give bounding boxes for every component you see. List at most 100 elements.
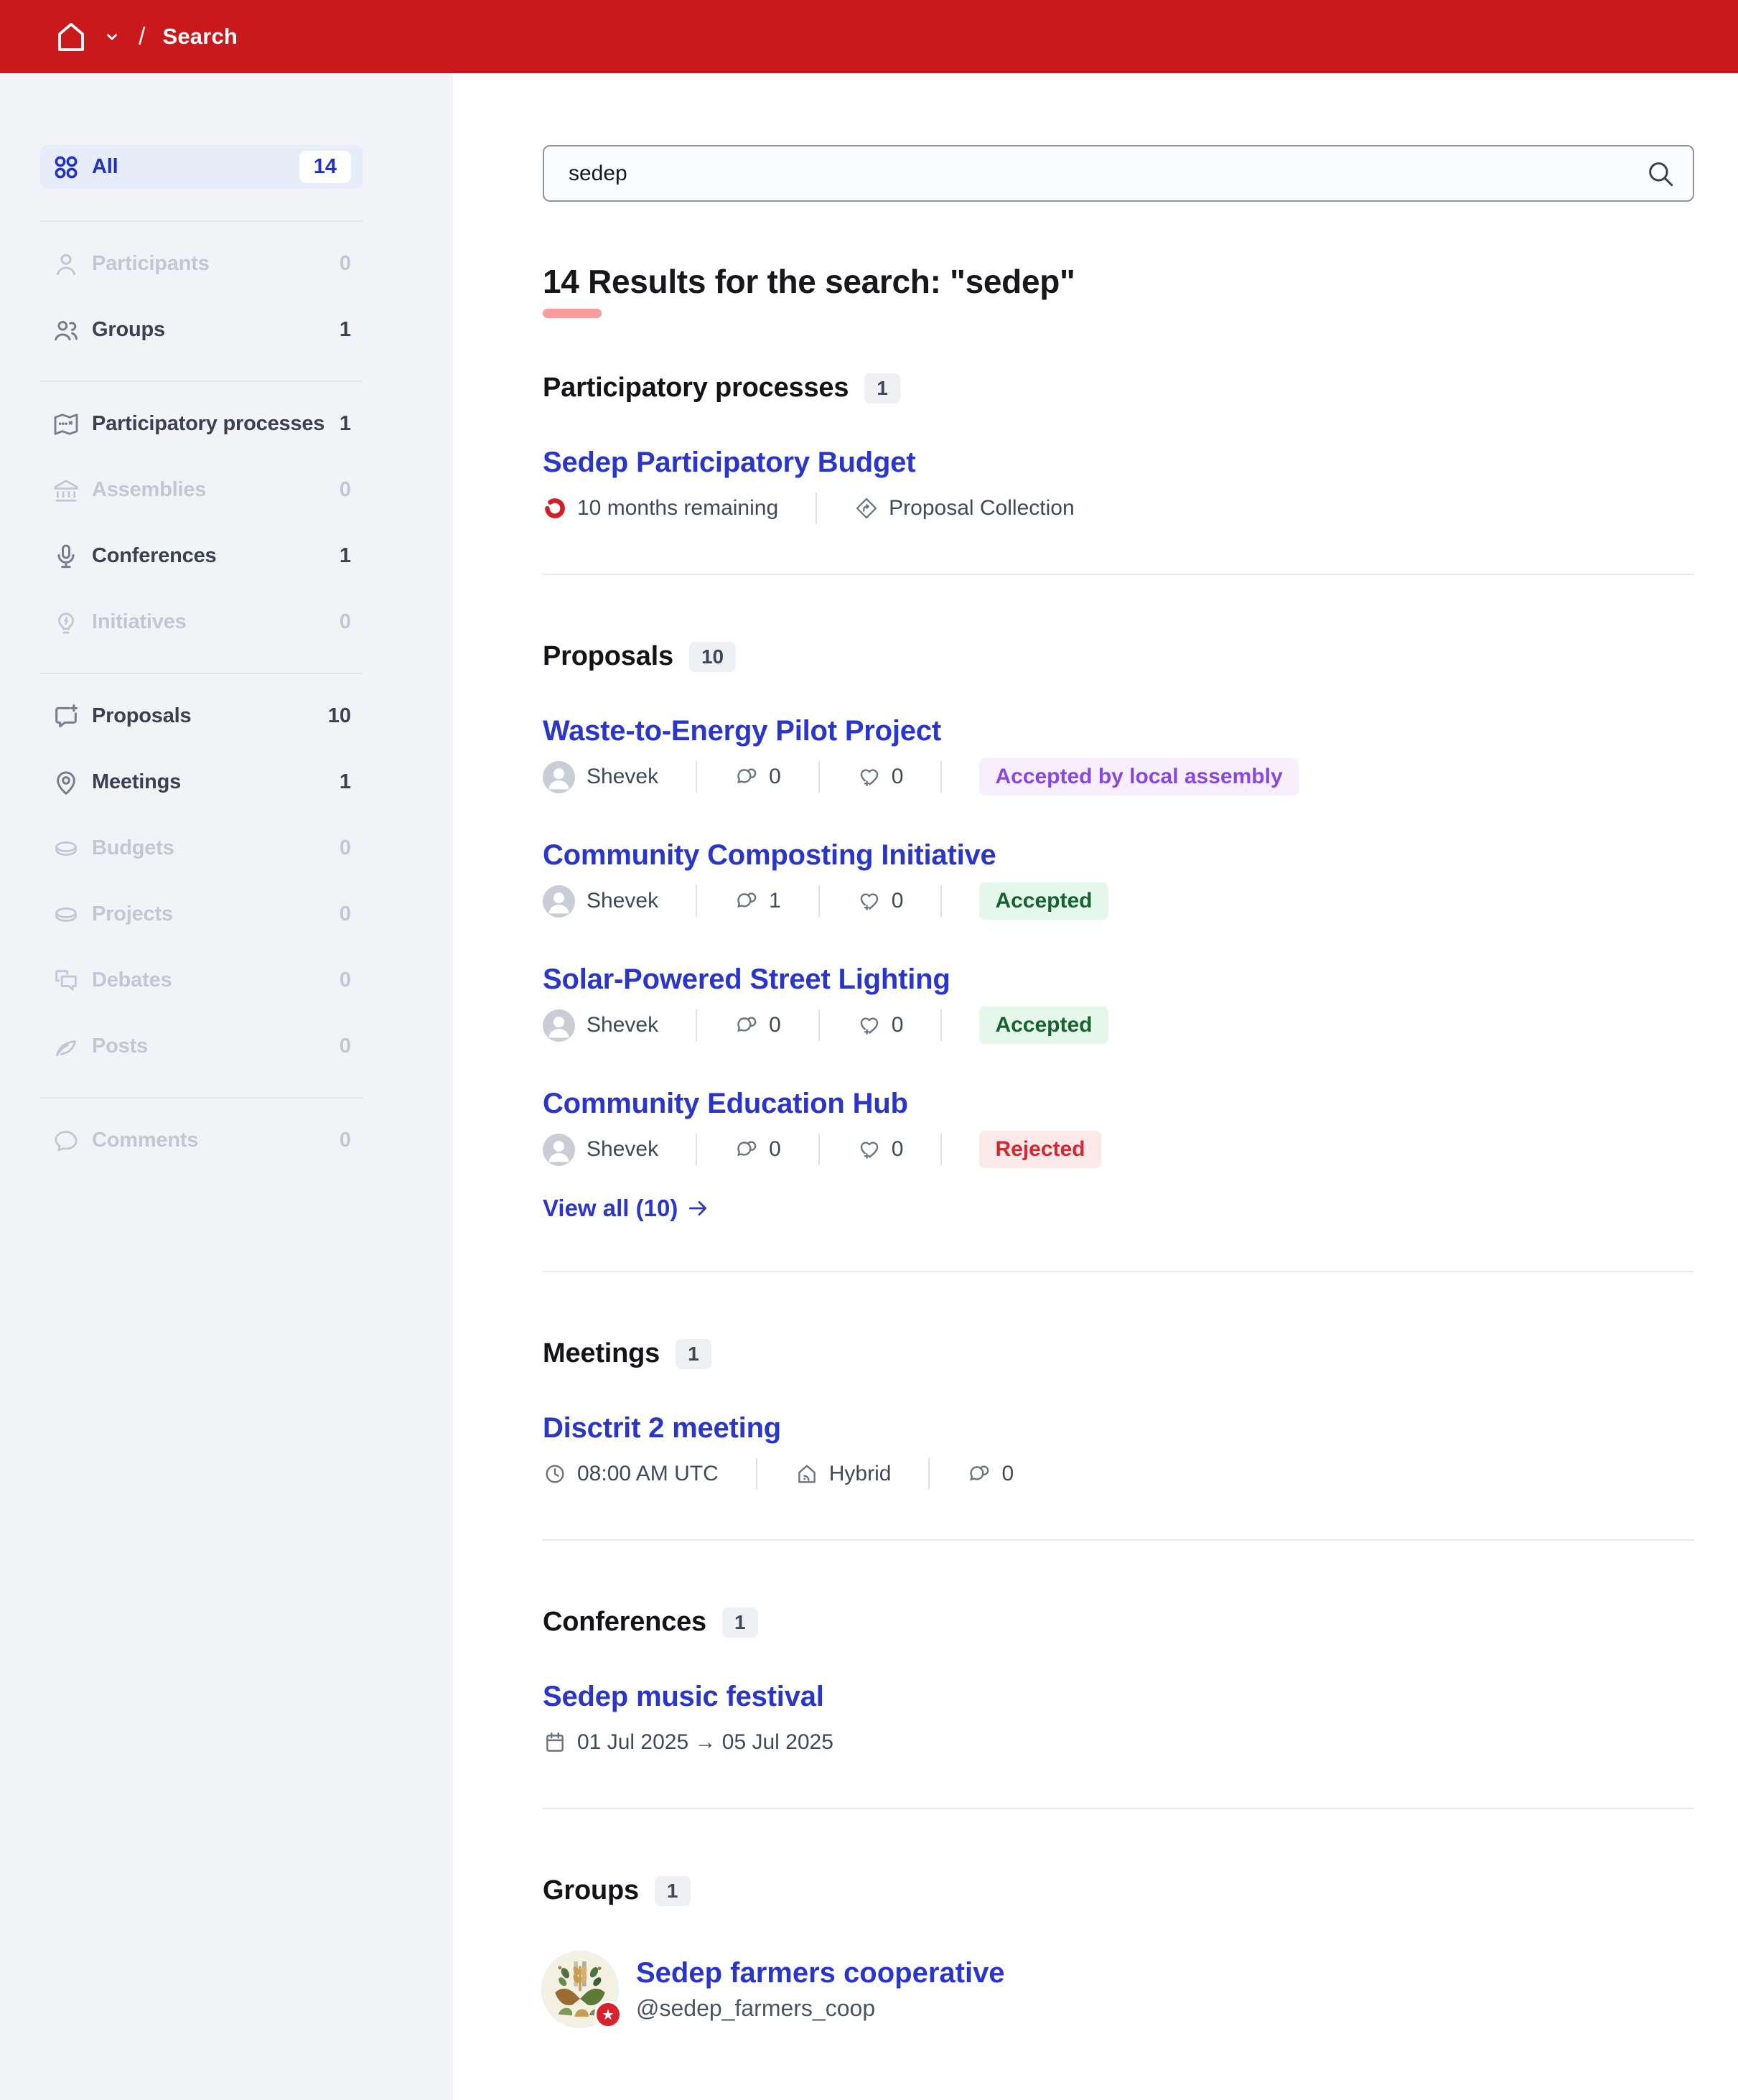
section-meetings: Meetings 1 Disctrit 2 meeting 08:00 AM U… (543, 1338, 1694, 1490)
sidebar-item-count: 0 (339, 902, 351, 925)
group-result: ★ Sedep farmers cooperative @sedep_farme… (543, 1952, 1694, 2029)
sidebar-item-label: Assemblies (92, 478, 207, 501)
comments-icon (967, 1462, 991, 1486)
sidebar-item-label: Conferences (92, 544, 217, 567)
sidebar-item-posts: Posts 0 (40, 1025, 363, 1068)
avatar (543, 885, 575, 918)
sidebar-item-label: Posts (92, 1035, 148, 1058)
meta-divider (940, 1009, 943, 1042)
proposal-link[interactable]: Community Education Hub (543, 1088, 908, 1120)
sidebar-item-all[interactable]: All 14 (40, 145, 363, 189)
proposal-link[interactable]: Waste-to-Energy Pilot Project (543, 715, 941, 747)
sidebar-item-label: Groups (92, 318, 165, 341)
sidebar-item-participatory-processes[interactable]: Participatory processes 1 (40, 402, 363, 446)
sidebar-item-label: All (92, 155, 118, 178)
bank-icon (52, 476, 80, 505)
top-navbar: / Search (0, 0, 1738, 73)
endorsements-count: 0 (891, 1013, 904, 1037)
section-divider (543, 574, 1694, 576)
clock-icon (543, 1462, 567, 1486)
section-count-badge: 1 (864, 373, 900, 403)
meeting-link[interactable]: Disctrit 2 meeting (543, 1412, 781, 1445)
sidebar-item-initiatives: Initiatives 0 (40, 600, 363, 644)
sidebar-item-proposals[interactable]: Proposals 10 (40, 694, 363, 738)
calendar-icon (543, 1730, 567, 1755)
coin-icon (52, 900, 80, 929)
conference-link[interactable]: Sedep music festival (543, 1681, 824, 1713)
chat-icon (52, 1126, 80, 1155)
sidebar-item-label: Meetings (92, 770, 182, 793)
lightbulb-icon (52, 608, 80, 637)
section-title: Conferences (543, 1607, 706, 1638)
process-link[interactable]: Sedep Participatory Budget (543, 447, 916, 479)
verified-star-badge: ★ (594, 2001, 622, 2029)
sidebar-item-groups[interactable]: Groups 1 (40, 308, 363, 352)
sidebar-item-label: Debates (92, 969, 172, 991)
author-name: Shevek (587, 1137, 659, 1162)
avatar (543, 760, 575, 793)
meta-divider (696, 885, 698, 918)
meta-divider (928, 1458, 930, 1490)
sidebar-item-label: Comments (92, 1129, 199, 1152)
sidebar-item-conferences[interactable]: Conferences 1 (40, 534, 363, 578)
sidebar-item-count: 0 (339, 969, 351, 991)
group-avatar: ★ (543, 1952, 622, 2029)
timer-icon (543, 496, 567, 521)
sidebar-item-projects: Projects 0 (40, 892, 363, 936)
sidebar-item-label: Budgets (92, 836, 174, 859)
meta-divider (940, 885, 943, 918)
sidebar-item-assemblies: Assemblies 0 (40, 468, 363, 512)
endorsements-count: 0 (891, 765, 904, 789)
group-handle: @sedep_farmers_coop (636, 1995, 876, 2022)
meeting-time: 08:00 AM UTC (577, 1462, 719, 1486)
comments-count: 0 (769, 765, 781, 789)
sidebar-item-participants: Participants 0 (40, 242, 363, 286)
breadcrumb-current-page: Search (162, 24, 238, 49)
search-icon[interactable] (1645, 159, 1676, 189)
sidebar-item-count: 0 (339, 836, 351, 859)
meta-divider (818, 1009, 820, 1042)
meta-divider (696, 1134, 698, 1166)
proposal-result: Solar-Powered Street Lighting Shevek 0 0… (543, 963, 1694, 1045)
sidebar-item-count: 10 (327, 704, 351, 727)
meta-divider (818, 761, 820, 793)
sidebar-item-budgets: Budgets 0 (40, 826, 363, 870)
section-divider (543, 1271, 1694, 1273)
breadcrumb-separator: / (139, 22, 146, 50)
sidebar-item-comments: Comments 0 (40, 1119, 363, 1162)
sidebar-item-count: 14 (299, 151, 351, 183)
comments-count: 1 (769, 889, 781, 913)
search-results-main: 14 Results for the search: "sedep" Parti… (453, 73, 1738, 2100)
section-count-badge: 10 (688, 641, 737, 672)
search-input[interactable] (543, 145, 1694, 202)
sidebar-item-count: 1 (339, 770, 351, 793)
sidebar-item-count: 0 (339, 1035, 351, 1058)
sidebar-item-count: 1 (339, 318, 351, 341)
map-icon (52, 410, 80, 439)
proposal-link[interactable]: Community Composting Initiative (543, 839, 996, 872)
proposal-result: Waste-to-Energy Pilot Project Shevek 0 0… (543, 715, 1694, 796)
search-filters-sidebar: All 14 Participants 0 Groups 1 Participa… (0, 73, 453, 2100)
status-badge: Accepted (979, 1007, 1108, 1045)
author-name: Shevek (587, 765, 659, 789)
meeting-mode: Hybrid (828, 1462, 892, 1486)
section-groups: Groups 1 ★ Sedep farmers cooperative @se… (543, 1875, 1694, 2029)
heading-underline (543, 309, 602, 319)
team-icon (52, 316, 80, 345)
sidebar-item-meetings[interactable]: Meetings 1 (40, 760, 363, 804)
meta-divider (818, 1134, 820, 1166)
sidebar-item-label: Participants (92, 252, 210, 275)
chevron-down-icon[interactable] (103, 27, 121, 46)
endorse-heart-icon (857, 1013, 882, 1037)
view-all-proposals-link[interactable]: View all (10) (543, 1195, 709, 1222)
sidebar-item-label: Projects (92, 902, 173, 925)
quill-icon (52, 1032, 80, 1061)
proposal-link[interactable]: Solar-Powered Street Lighting (543, 963, 950, 996)
home-icon[interactable] (54, 19, 88, 54)
group-link[interactable]: Sedep farmers cooperative (636, 1957, 1005, 1989)
meta-divider (755, 1458, 757, 1490)
section-proposals: Proposals 10 Waste-to-Energy Pilot Proje… (543, 641, 1694, 1222)
conference-result: Sedep music festival 01 Jul 2025 → 05 Ju… (543, 1681, 1694, 1759)
comments-count: 0 (769, 1137, 781, 1162)
sidebar-item-label: Participatory processes (92, 412, 325, 435)
